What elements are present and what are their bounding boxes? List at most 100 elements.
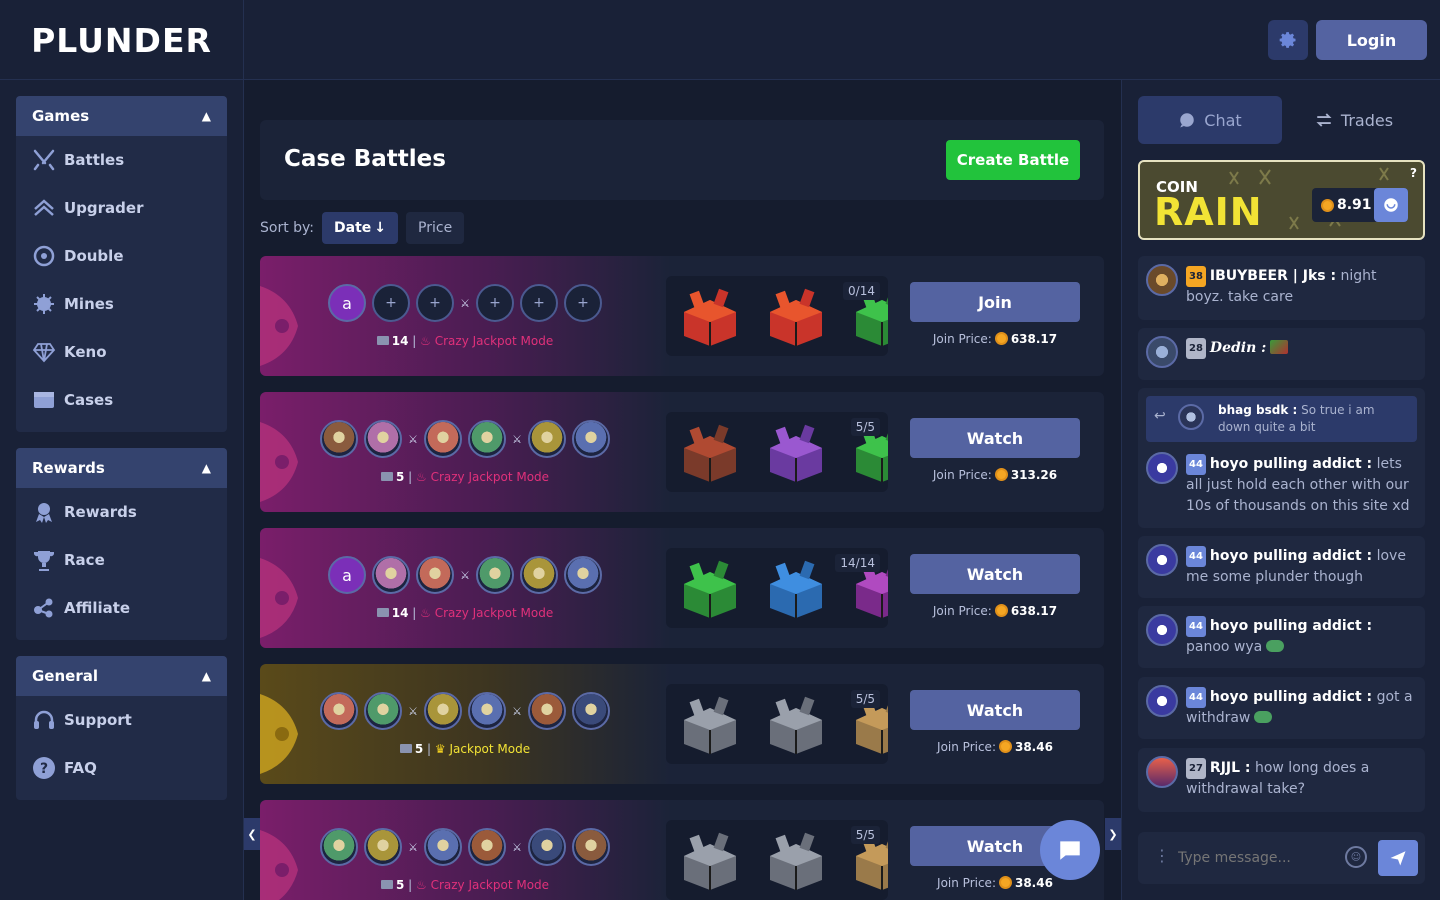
message-body: 28 Dedin : (1138, 328, 1425, 369)
logo[interactable]: PLUNDER (0, 0, 244, 80)
games-section-header[interactable]: Games ▲ (16, 96, 227, 136)
rewards-section-title: Rewards (32, 459, 105, 477)
sort-date-button[interactable]: Date ↓ (322, 212, 399, 244)
sidebar-item-double[interactable]: Double (16, 232, 227, 280)
username[interactable]: hoyo pulling addict : (1210, 456, 1372, 472)
avatar[interactable] (1146, 685, 1178, 717)
main-content: Case Battles Create Battle Sort by: Date… (244, 80, 1121, 900)
versus-icon: ⚔ (408, 432, 418, 446)
versus-icon: ⚔ (460, 296, 470, 310)
more-options-icon[interactable]: ⋮ (1154, 846, 1170, 866)
logo-text: PLUNDER (31, 20, 212, 60)
username[interactable]: hoyo pulling addict : (1210, 548, 1372, 564)
watch-battle-button[interactable]: Watch (910, 554, 1080, 594)
join-rain-button[interactable] (1374, 188, 1408, 222)
case-icon (376, 336, 389, 345)
watch-battle-button[interactable]: Watch (910, 690, 1080, 730)
chevron-up-icon: ▲ (201, 461, 211, 475)
battle-mode-line: 14 | ♨ Crazy Jackpot Mode (260, 334, 670, 348)
emoji-icon[interactable]: ☺ (1345, 846, 1367, 868)
tab-trades[interactable]: Trades (1282, 96, 1426, 144)
coin-icon (1321, 198, 1334, 212)
versus-icon: ⚔ (460, 568, 470, 582)
sidebar-item-rewards[interactable]: Rewards (16, 488, 227, 536)
battle-mode: Crazy Jackpot Mode (434, 606, 554, 620)
chat-toggle-button[interactable] (1040, 820, 1100, 880)
avatar (572, 420, 610, 458)
round-progress: 5/5 (850, 418, 880, 436)
battle-card[interactable]: ⚔ ⚔ 5 | ♛ Jackpot Mode 5/5 Watch Join Price… (260, 664, 1104, 784)
rewards-section-header[interactable]: Rewards ▲ (16, 448, 227, 488)
tab-chat[interactable]: Chat (1138, 96, 1282, 144)
battle-mode: Crazy Jackpot Mode (434, 334, 554, 348)
battle-card[interactable]: ⚔ ⚔ 5 | ♨ Crazy Jackpot Mode 5/5 Watch Join… (260, 800, 1104, 900)
username[interactable]: hoyo pulling addict : (1210, 618, 1372, 634)
battle-card[interactable]: a ⚔ 14 | ♨ Crazy Jackpot Mode 14/14 Watch J… (260, 528, 1104, 648)
battle-players: ⚔ ⚔ (260, 420, 670, 458)
send-icon (1390, 851, 1406, 866)
rewards-section: Rewards ▲ Rewards Race Affiliate (16, 448, 227, 640)
level-badge: 44 (1186, 616, 1206, 637)
sidebar-item-support[interactable]: Support (16, 696, 227, 744)
chat-message: 44 hoyo pulling addict : panoo wya (1138, 606, 1425, 668)
login-button[interactable]: Login (1316, 20, 1427, 60)
chat-message: ↩ bhag bsdk : So true i am down quite a … (1138, 388, 1425, 528)
reward-badge-icon (32, 500, 56, 524)
avatar[interactable] (1146, 336, 1178, 368)
create-battle-button[interactable]: Create Battle (946, 140, 1080, 180)
level-badge: 27 (1186, 758, 1206, 779)
sidebar-item-upgrader[interactable]: Upgrader (16, 184, 227, 232)
watch-battle-button[interactable]: Watch (910, 418, 1080, 458)
join-slot-button[interactable]: + (520, 284, 558, 322)
username[interactable]: hoyo pulling addict : (1210, 689, 1372, 705)
battle-card[interactable]: ⚔ ⚔ 5 | ♨ Crazy Jackpot Mode 5/5 Watch Join… (260, 392, 1104, 512)
chat-bubble-icon (1180, 113, 1195, 128)
join-slot-button[interactable]: + (564, 284, 602, 322)
chat-message-input[interactable] (1178, 844, 1338, 872)
rain-amount-value: 8.91 (1337, 197, 1372, 213)
join-price-value: 38.46 (1014, 876, 1053, 890)
join-slot-button[interactable]: + (476, 284, 514, 322)
sidebar-item-affiliate[interactable]: Affiliate (16, 584, 227, 632)
battle-card[interactable]: a + + ⚔ + + + 14 | ♨ Crazy Jackpot Mode 0/14 Jo… (260, 256, 1104, 376)
avatar (564, 556, 602, 594)
avatar[interactable] (1146, 264, 1178, 296)
username[interactable]: IBUYBEER | Jks : (1210, 268, 1336, 284)
fire-icon: ♨ (420, 334, 431, 348)
sidebar-item-race[interactable]: Race (16, 536, 227, 584)
sort-price-button[interactable]: Price (406, 212, 465, 244)
sidebar-item-mines[interactable]: Mines (16, 280, 227, 328)
versus-icon: ⚔ (512, 432, 522, 446)
join-battle-button[interactable]: Join (910, 282, 1080, 322)
crown-icon: ♛ (434, 742, 446, 756)
avatar[interactable] (1146, 452, 1178, 484)
chat-message: 27 RJJL : how long does a withdrawal take… (1138, 748, 1425, 812)
battle-cases: 5/5 (666, 820, 888, 900)
sidebar-item-cases[interactable]: Cases (16, 376, 227, 424)
join-slot-button[interactable]: + (416, 284, 454, 322)
username[interactable]: Dedin : (1210, 340, 1266, 356)
chevron-up-icon: ▲ (201, 109, 211, 123)
case-image (684, 288, 736, 346)
username[interactable]: RJJL : (1210, 760, 1251, 776)
send-message-button[interactable] (1378, 840, 1418, 876)
sidebar-item-faq[interactable]: ? FAQ (16, 744, 227, 792)
general-section-title: General (32, 667, 98, 685)
avatar[interactable] (1146, 614, 1178, 646)
message-body: 27 RJJL : how long does a withdrawal take… (1138, 748, 1425, 810)
sidebar-item-keno[interactable]: Keno (16, 328, 227, 376)
settings-button[interactable] (1268, 20, 1308, 60)
general-section-header[interactable]: General ▲ (16, 656, 227, 696)
scroll-left-button[interactable]: ❮ (244, 818, 260, 850)
chevron-left-icon: ❮ (247, 827, 257, 841)
join-slot-button[interactable]: + (372, 284, 410, 322)
avatar (476, 556, 514, 594)
avatar[interactable] (1146, 756, 1178, 788)
rain-help-button[interactable]: ? (1410, 166, 1417, 180)
case-icon (399, 744, 412, 753)
scroll-right-button[interactable]: ❯ (1105, 818, 1121, 850)
avatar[interactable] (1146, 544, 1178, 576)
sidebar-item-battles[interactable]: Battles (16, 136, 227, 184)
tab-trades-label: Trades (1340, 110, 1394, 130)
rain-amount: 8.91 (1312, 188, 1408, 222)
